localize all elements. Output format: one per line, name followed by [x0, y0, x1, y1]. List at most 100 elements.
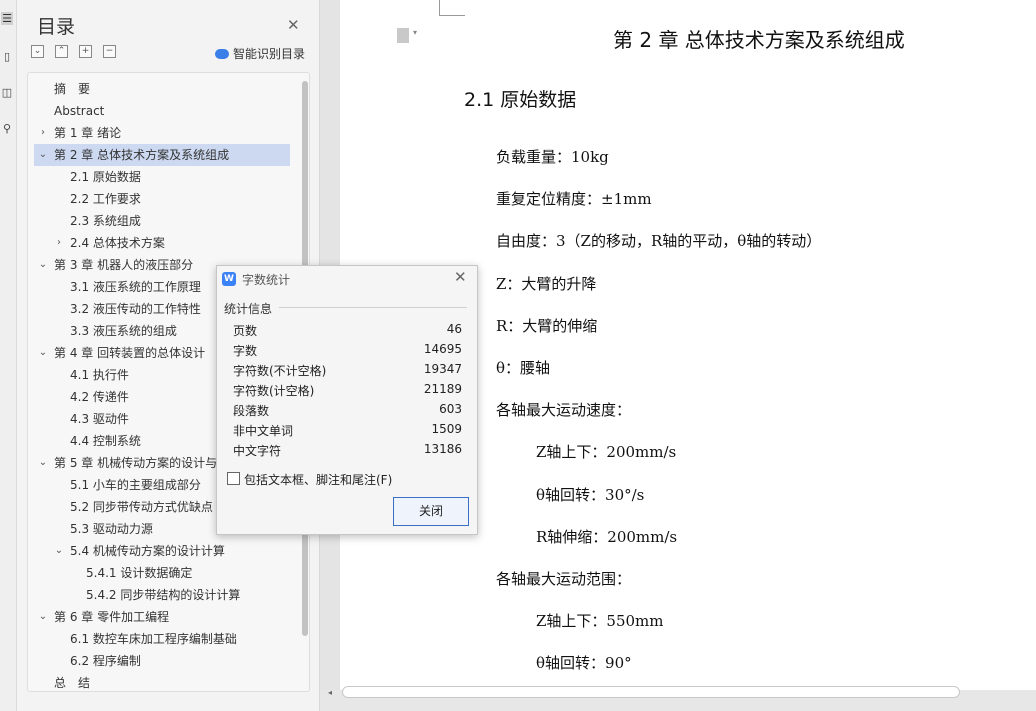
toc-item-label: 第 2 章 总体技术方案及系统组成: [54, 148, 230, 162]
body-paragraph: R轴伸缩：200mm/s: [536, 527, 678, 546]
toc-item[interactable]: 5.4.1 设计数据确定: [34, 562, 290, 584]
divider: [279, 307, 467, 308]
remove-icon[interactable]: −: [103, 45, 116, 58]
toc-item-label: 第 3 章 机器人的液压部分: [54, 258, 194, 272]
horizontal-scrollbar-thumb[interactable]: [342, 686, 960, 698]
stat-value: 603: [439, 402, 462, 416]
toc-item[interactable]: 5.4.2 同步带结构的设计计算: [34, 584, 290, 606]
body-paragraph: Z轴上下：550mm: [536, 612, 664, 631]
chevron-down-icon[interactable]: ⌄: [38, 452, 48, 474]
page-corner-mark: [440, 15, 465, 16]
chevron-down-icon[interactable]: ⌄: [54, 540, 64, 562]
toc-item[interactable]: 摘 要: [34, 78, 290, 100]
toc-item[interactable]: ⌄ 第 2 章 总体技术方案及系统组成: [34, 144, 290, 166]
body-paragraph: 自由度：3（Z的移动，R轴的平动，θ轴的转动）: [496, 232, 822, 251]
toc-item[interactable]: 2.1 原始数据: [34, 166, 290, 188]
toc-item-label: 第 6 章 零件加工编程: [54, 610, 170, 624]
toc-item[interactable]: 2.2 工作要求: [34, 188, 290, 210]
toc-item-label: 第 1 章 绪论: [54, 126, 122, 140]
stat-value: 13186: [423, 442, 462, 456]
chevron-down-icon[interactable]: ⌄: [38, 144, 48, 166]
stat-value: 1509: [431, 422, 462, 436]
ai-icon: [215, 48, 229, 59]
stat-value: 14695: [423, 342, 462, 356]
body-paragraph: R：大臂的伸缩: [496, 316, 598, 335]
toc-view-icon[interactable]: ☰: [1, 12, 13, 25]
stat-value: 21189: [423, 382, 462, 396]
stat-label: 字符数(不计空格): [233, 364, 327, 378]
chevron-right-icon[interactable]: ›: [54, 232, 64, 254]
toc-item[interactable]: 总 结: [34, 672, 290, 691]
body-paragraph: 各轴最大运动范围：: [496, 570, 632, 588]
close-button[interactable]: 关闭: [393, 497, 469, 526]
wps-logo-icon: W: [222, 272, 236, 286]
toc-item[interactable]: › 2.4 总体技术方案: [34, 232, 290, 254]
stat-value: 46: [446, 322, 462, 336]
chevron-down-icon[interactable]: ⌄: [38, 342, 48, 364]
toc-item-label: 4.3 驱动件: [70, 412, 129, 426]
toc-item-label: 3.2 液压传动的工作特性: [70, 302, 201, 316]
toc-item-label: 5.4.1 设计数据确定: [86, 566, 193, 580]
body-paragraph: θ：腰轴: [496, 359, 551, 377]
toc-item-label: 5.3 驱动动力源: [70, 522, 153, 536]
toc-item-label: 3.1 液压系统的工作原理: [70, 280, 201, 294]
toc-item-label: 4.4 控制系统: [70, 434, 141, 448]
stat-label: 字数: [233, 344, 258, 358]
add-icon[interactable]: +: [79, 45, 92, 58]
toc-item-label: 2.2 工作要求: [70, 192, 141, 206]
scroll-left-icon[interactable]: ◂: [328, 688, 332, 697]
toc-item[interactable]: › 第 1 章 绪论: [34, 122, 290, 144]
toc-item[interactable]: Abstract: [34, 100, 290, 122]
stat-label: 非中文单词: [233, 424, 294, 438]
stat-label: 段落数: [233, 404, 270, 418]
chevron-down-icon[interactable]: ⌄: [38, 606, 48, 628]
expand-up-icon[interactable]: ⌃: [55, 45, 68, 58]
side-icon-strip: ☰ ▯ ◫ ⚲: [0, 0, 17, 711]
dialog-title: 字数统计: [242, 273, 291, 287]
toc-item-label: 5.2 同步带传动方式优缺点: [70, 500, 213, 514]
search-icon[interactable]: ⚲: [1, 122, 13, 135]
body-paragraph: θ轴回转：90°: [536, 654, 632, 673]
chapter-title: 第 2 章 总体技术方案及系统组成: [613, 28, 905, 52]
toc-item-label: 5.4 机械传动方案的设计计算: [70, 544, 225, 558]
stat-label: 页数: [233, 324, 258, 338]
toc-item-label: 5.1 小车的主要组成部分: [70, 478, 201, 492]
bookmark-view-icon[interactable]: ▯: [1, 50, 13, 63]
stat-value: 19347: [423, 362, 462, 376]
toc-item-label: 2.1 原始数据: [70, 170, 141, 184]
toc-item-label: 2.4 总体技术方案: [70, 236, 165, 250]
toc-item[interactable]: 6.1 数控车床加工程序编制基础: [34, 628, 290, 650]
toc-item[interactable]: 6.2 程序编制: [34, 650, 290, 672]
toc-item[interactable]: ⌄ 第 6 章 零件加工编程: [34, 606, 290, 628]
toc-item-label: 第 4 章 回转装置的总体设计: [54, 346, 206, 360]
chevron-down-icon[interactable]: ⌄: [38, 254, 48, 276]
toc-item-label: 4.1 执行件: [70, 368, 129, 382]
word-count-dialog: W 字数统计 ✕ 统计信息 包括文本框、脚注和尾注(F) 关闭 页数 46 字数 14…: [216, 265, 478, 535]
document-menu-icon[interactable]: [397, 28, 417, 43]
toc-item-label: 5.4.2 同步带结构的设计计算: [86, 588, 241, 602]
toc-item[interactable]: ⌄ 5.4 机械传动方案的设计计算: [34, 540, 290, 562]
close-icon[interactable]: ✕: [287, 16, 300, 34]
body-paragraph: Z轴上下：200mm/s: [536, 443, 677, 462]
toc-item-label: 总 结: [54, 676, 91, 690]
include-notes-label[interactable]: 包括文本框、脚注和尾注(F): [244, 471, 392, 488]
toc-item-label: 摘 要: [54, 82, 91, 96]
toc-item-label: 4.2 传递件: [70, 390, 129, 404]
stat-label: 字符数(计空格): [233, 384, 315, 398]
close-icon[interactable]: ✕: [454, 268, 467, 286]
toc-item-label: 6.1 数控车床加工程序编制基础: [70, 632, 237, 646]
body-paragraph: 各轴最大运动速度：: [496, 401, 632, 420]
body-paragraph: Z：大臂的升降: [496, 274, 597, 293]
body-paragraph: 负载重量：10kg: [496, 148, 609, 166]
page-corner-mark: [439, 0, 440, 16]
smart-toc-label: 智能识别目录: [233, 47, 306, 61]
notes-view-icon[interactable]: ◫: [1, 86, 13, 99]
toc-item-label: 第 5 章 机械传动方案的设计与: [54, 456, 218, 470]
collapse-all-icon[interactable]: ⌄: [31, 45, 44, 58]
toc-item-label: 3.3 液压系统的组成: [70, 324, 177, 338]
include-notes-checkbox[interactable]: [227, 472, 240, 485]
smart-toc-button[interactable]: 智能识别目录: [215, 45, 305, 62]
toc-item[interactable]: 2.3 系统组成: [34, 210, 290, 232]
body-paragraph: 重复定位精度：±1mm: [496, 190, 652, 209]
chevron-right-icon[interactable]: ›: [38, 122, 48, 144]
